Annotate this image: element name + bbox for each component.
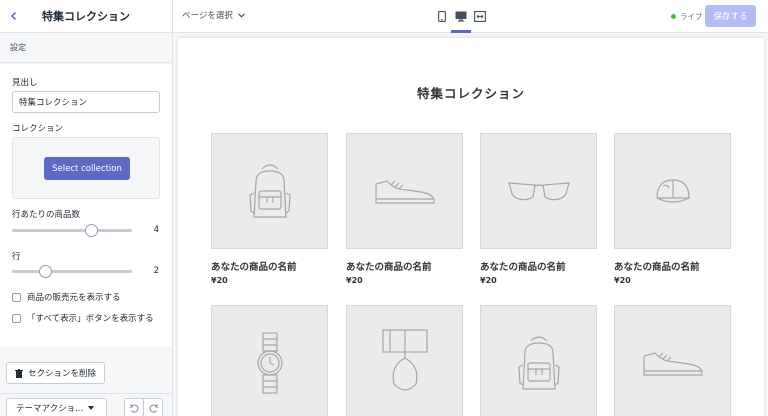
- product-card[interactable]: [480, 305, 597, 416]
- featured-collection-title: 特集コレクション: [416, 86, 525, 101]
- back-arrow-icon[interactable]: [6, 8, 22, 24]
- rows-slider[interactable]: [12, 265, 132, 278]
- settings-section-label: 設定: [0, 33, 172, 63]
- product-card[interactable]: あなたの商品の名前 ¥20: [346, 133, 463, 285]
- product-card[interactable]: [346, 305, 463, 416]
- theme-actions-label: テーマアクショ...: [16, 404, 84, 414]
- trash-icon: [15, 368, 23, 378]
- slider-thumb[interactable]: [39, 265, 52, 278]
- product-price: ¥20: [346, 276, 363, 285]
- products-per-row-value: 4: [153, 225, 159, 235]
- products-per-row-slider[interactable]: [12, 224, 132, 237]
- page-select-label: ページを選択: [182, 11, 233, 21]
- product-card[interactable]: [211, 305, 328, 416]
- slider-thumb[interactable]: [85, 224, 98, 237]
- collection-label: コレクション: [12, 124, 64, 134]
- product-card[interactable]: [614, 305, 731, 416]
- undo-button[interactable]: [124, 398, 144, 416]
- sunglasses-icon: [507, 180, 571, 202]
- delete-section-label: セクションを削除: [28, 369, 97, 379]
- product-card[interactable]: あなたの商品の名前 ¥20: [480, 133, 597, 285]
- redo-button[interactable]: [143, 398, 163, 416]
- undo-icon: [129, 403, 140, 414]
- settings-sidebar: 特集コレクション 設定 見出し 特集コレクション コレクション Select c…: [0, 0, 173, 416]
- product-name[interactable]: あなたの商品の名前: [480, 259, 597, 273]
- show-vendor-checkbox-row[interactable]: 商品の販売元を表示する: [12, 291, 121, 303]
- product-name[interactable]: あなたの商品の名前: [346, 259, 463, 273]
- page-select-dropdown[interactable]: ページを選択: [182, 9, 245, 21]
- product-image[interactable]: [211, 305, 328, 416]
- products-per-row-label: 行あたりの商品数: [12, 210, 81, 220]
- live-status-badge: ライブ: [671, 11, 703, 22]
- sidebar-footer: テーマアクショ...: [0, 393, 172, 416]
- product-image[interactable]: [211, 133, 328, 249]
- show-view-all-checkbox-row[interactable]: 「すべて表示」ボタンを表示する: [12, 312, 154, 324]
- watch-icon: [253, 331, 287, 395]
- product-image[interactable]: [614, 305, 731, 416]
- theme-actions-button[interactable]: テーマアクショ...: [6, 398, 107, 416]
- product-image[interactable]: [480, 305, 597, 416]
- show-view-all-checkbox[interactable]: [12, 313, 21, 323]
- product-name[interactable]: あなたの商品の名前: [211, 259, 328, 273]
- store-preview: 特集コレクション あなたの商品の名前 ¥20 あなたの商品の名前 ¥20 あなた…: [178, 38, 764, 416]
- backpack-icon: [511, 333, 567, 393]
- redo-icon: [148, 403, 159, 414]
- product-price: ¥20: [614, 276, 631, 285]
- product-image[interactable]: [480, 133, 597, 249]
- show-vendor-checkbox[interactable]: [12, 292, 21, 302]
- collection-picker: Select collection: [12, 137, 160, 199]
- product-image[interactable]: [614, 133, 731, 249]
- rows-label: 行: [12, 252, 21, 262]
- product-price: ¥20: [211, 276, 228, 285]
- fullscreen-view-icon[interactable]: [473, 9, 487, 23]
- show-view-all-label: 「すべて表示」ボタンを表示する: [27, 314, 154, 324]
- editor-topbar: ページを選択 ライブ 保存する: [173, 0, 768, 33]
- product-price: ¥20: [480, 276, 497, 285]
- live-dot-icon: [671, 14, 676, 19]
- shoe-icon: [641, 348, 705, 378]
- save-button[interactable]: 保存する: [705, 5, 756, 27]
- product-card[interactable]: あなたの商品の名前 ¥20: [211, 133, 328, 285]
- active-view-indicator: [451, 30, 471, 33]
- shoe-icon: [373, 176, 437, 206]
- heading-input[interactable]: 特集コレクション: [12, 91, 160, 113]
- rows-value: 2: [153, 266, 159, 276]
- caret-down-icon: [88, 406, 95, 410]
- product-image[interactable]: [346, 305, 463, 416]
- product-name[interactable]: あなたの商品の名前: [614, 259, 731, 273]
- cap-icon: [653, 176, 693, 206]
- backpack-icon: [242, 161, 298, 221]
- mobile-view-icon[interactable]: [435, 9, 449, 23]
- product-image[interactable]: [346, 133, 463, 249]
- live-label: ライブ: [680, 12, 703, 21]
- heading-label: 見出し: [12, 78, 38, 88]
- sidebar-title: 特集コレクション: [42, 10, 130, 23]
- sidebar-header: 特集コレクション: [0, 0, 172, 33]
- desktop-view-icon[interactable]: [454, 9, 468, 23]
- settings-form: 見出し 特集コレクション コレクション Select collection 行あ…: [0, 64, 172, 346]
- theme-editor: 特集コレクション 設定 見出し 特集コレクション コレクション Select c…: [0, 0, 768, 416]
- chevron-down-icon: [237, 12, 245, 18]
- product-card[interactable]: あなたの商品の名前 ¥20: [614, 133, 731, 285]
- lamp-icon: [380, 328, 430, 398]
- show-vendor-label: 商品の販売元を表示する: [27, 293, 121, 303]
- delete-section-button[interactable]: セクションを削除: [6, 362, 105, 384]
- select-collection-button[interactable]: Select collection: [44, 157, 130, 180]
